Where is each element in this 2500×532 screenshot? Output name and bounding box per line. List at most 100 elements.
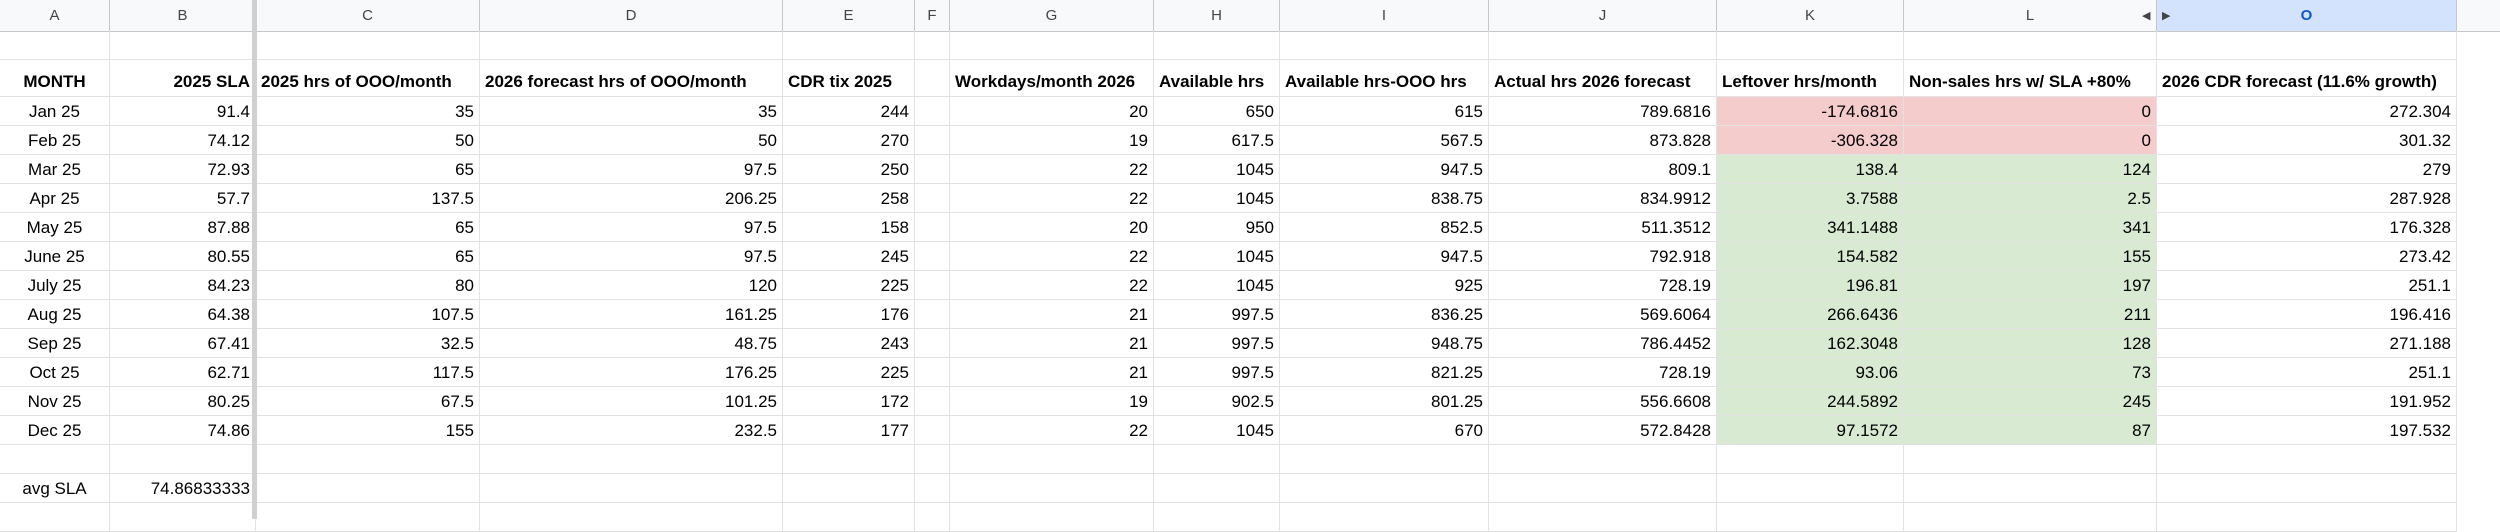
cell-e[interactable]: 225 [783,271,915,300]
cell-d[interactable]: 232.5 [480,416,783,445]
cell-g[interactable]: 22 [950,271,1154,300]
cell-i[interactable]: 567.5 [1280,126,1489,155]
cell-k[interactable] [1717,503,1904,532]
cell-f[interactable] [915,126,950,155]
cell-j[interactable] [1489,503,1717,532]
cell-h[interactable] [1154,445,1280,474]
cell-h[interactable]: 997.5 [1154,358,1280,387]
cell-i[interactable] [1280,31,1489,60]
cell-k[interactable]: -306.328 [1717,126,1904,155]
cell-k[interactable]: 97.1572 [1717,416,1904,445]
cell-j[interactable]: 809.1 [1489,155,1717,184]
cell-e[interactable] [783,474,915,503]
cell-c[interactable]: 80 [256,271,480,300]
cell-g[interactable]: 19 [950,387,1154,416]
cell-i[interactable]: 947.5 [1280,242,1489,271]
column-header-b[interactable]: B [110,0,256,31]
cell-h[interactable]: Available hrs [1154,60,1280,97]
cell-i[interactable]: 852.5 [1280,213,1489,242]
cell-k[interactable]: 138.4 [1717,155,1904,184]
cell-b[interactable]: 2025 SLA [110,60,256,97]
cell-l[interactable]: 73 [1904,358,2157,387]
cell-j[interactable]: 728.19 [1489,271,1717,300]
cell-c[interactable] [256,474,480,503]
cell-f[interactable] [915,242,950,271]
cell-j[interactable]: 873.828 [1489,126,1717,155]
cell-e[interactable]: 225 [783,358,915,387]
cell-l[interactable]: 211 [1904,300,2157,329]
cell-e[interactable]: 177 [783,416,915,445]
cell-b[interactable]: 67.41 [110,329,256,358]
cell-e[interactable]: 176 [783,300,915,329]
cell-k[interactable] [1717,31,1904,60]
cell-o[interactable]: 191.952 [2157,387,2457,416]
cell-o[interactable] [2157,445,2457,474]
cell-g[interactable]: 21 [950,358,1154,387]
cell-e[interactable] [783,445,915,474]
cell-k[interactable]: 162.3048 [1717,329,1904,358]
cell-i[interactable]: 821.25 [1280,358,1489,387]
cell-g[interactable]: Workdays/month 2026 [950,60,1154,97]
cell-g[interactable]: 19 [950,126,1154,155]
cell-l[interactable]: Non-sales hrs w/ SLA +80% [1904,60,2157,97]
cell-g[interactable] [950,503,1154,532]
column-header-k[interactable]: K [1717,0,1904,31]
cell-c[interactable]: 65 [256,155,480,184]
cell-l[interactable]: 197 [1904,271,2157,300]
cell-a[interactable]: June 25 [0,242,110,271]
column-header-o[interactable]: O [2157,0,2457,31]
cell-h[interactable]: 950 [1154,213,1280,242]
cell-h[interactable] [1154,503,1280,532]
cell-k[interactable]: 244.5892 [1717,387,1904,416]
cell-o[interactable]: 273.42 [2157,242,2457,271]
cell-h[interactable]: 902.5 [1154,387,1280,416]
cell-a[interactable]: Dec 25 [0,416,110,445]
cell-j[interactable]: 786.4452 [1489,329,1717,358]
cell-g[interactable] [950,31,1154,60]
cell-f[interactable] [915,503,950,532]
cell-l[interactable] [1904,31,2157,60]
cell-i[interactable]: 838.75 [1280,184,1489,213]
cell-d[interactable] [480,31,783,60]
column-header-j[interactable]: J [1489,0,1717,31]
cell-l[interactable]: 0 [1904,97,2157,126]
cell-k[interactable] [1717,445,1904,474]
cell-f[interactable] [915,358,950,387]
cell-i[interactable] [1280,445,1489,474]
cell-b[interactable]: 80.25 [110,387,256,416]
cell-f[interactable] [915,445,950,474]
cell-g[interactable]: 22 [950,155,1154,184]
cell-l[interactable] [1904,445,2157,474]
cell-d[interactable]: 161.25 [480,300,783,329]
column-header-a[interactable]: A [0,0,110,31]
cell-g[interactable]: 21 [950,300,1154,329]
cell-b[interactable]: 80.55 [110,242,256,271]
cell-c[interactable]: 107.5 [256,300,480,329]
cell-o[interactable]: 197.532 [2157,416,2457,445]
cell-f[interactable] [915,97,950,126]
cell-c[interactable]: 117.5 [256,358,480,387]
cell-d[interactable]: 48.75 [480,329,783,358]
cell-a[interactable] [0,503,110,532]
cell-j[interactable]: 789.6816 [1489,97,1717,126]
cell-b[interactable]: 64.38 [110,300,256,329]
cell-l[interactable] [1904,503,2157,532]
cell-o[interactable]: 279 [2157,155,2457,184]
cell-g[interactable]: 22 [950,184,1154,213]
cell-d[interactable]: 97.5 [480,242,783,271]
cell-j[interactable]: 728.19 [1489,358,1717,387]
cell-f[interactable] [915,155,950,184]
cell-f[interactable] [915,60,950,97]
cell-o[interactable]: 176.328 [2157,213,2457,242]
cell-b[interactable]: 74.86833333 [110,474,256,503]
cell-g[interactable]: 22 [950,242,1154,271]
cell-i[interactable]: 670 [1280,416,1489,445]
cell-f[interactable] [915,31,950,60]
cell-d[interactable] [480,474,783,503]
cell-j[interactable]: Actual hrs 2026 forecast [1489,60,1717,97]
cell-f[interactable] [915,213,950,242]
cell-i[interactable]: 948.75 [1280,329,1489,358]
cell-i[interactable]: 947.5 [1280,155,1489,184]
cell-b[interactable]: 91.4 [110,97,256,126]
cell-j[interactable] [1489,445,1717,474]
